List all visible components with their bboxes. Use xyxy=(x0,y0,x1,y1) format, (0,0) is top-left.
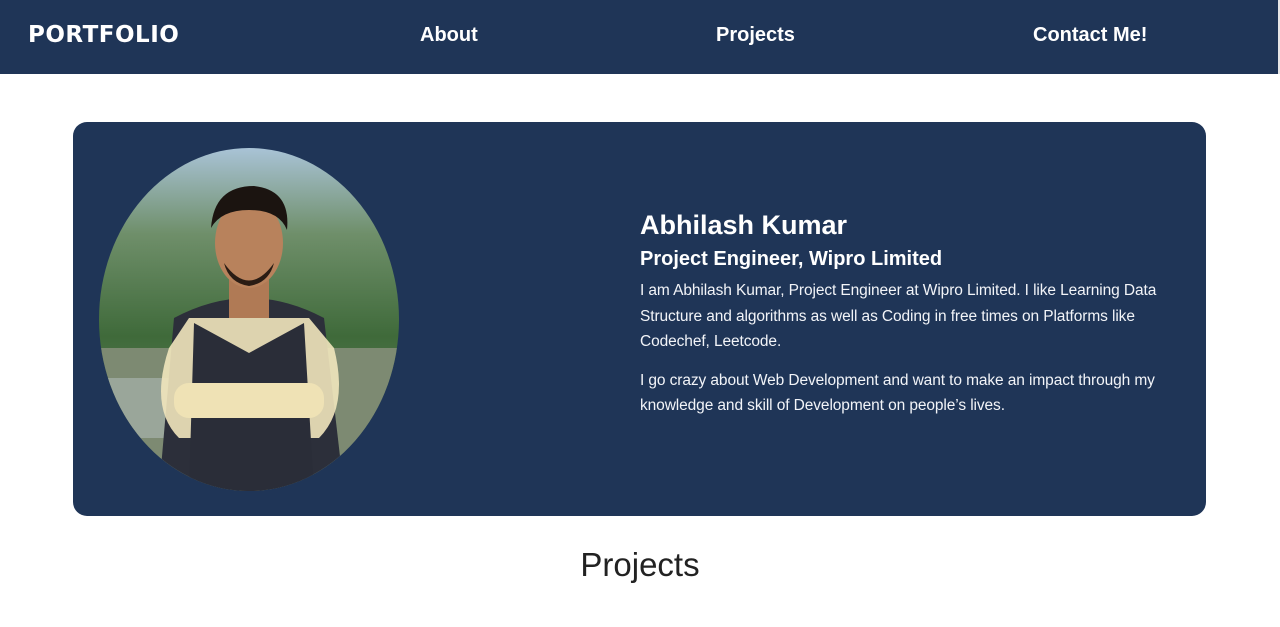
nav-link-projects[interactable]: Projects xyxy=(716,24,795,47)
nav-link-about[interactable]: About xyxy=(420,24,478,47)
profile-card: Abhilash Kumar Project Engineer, Wipro L… xyxy=(73,122,1206,516)
profile-bio-1: I am Abhilash Kumar, Project Engineer at… xyxy=(640,282,1157,350)
profile-info: Abhilash Kumar Project Engineer, Wipro L… xyxy=(640,208,1190,432)
projects-heading: Projects xyxy=(580,546,700,583)
brand-logo[interactable]: PORTFOLIO xyxy=(28,22,179,48)
nav-link-contact[interactable]: Contact Me! xyxy=(1033,24,1147,47)
profile-name: Abhilash Kumar xyxy=(640,210,848,240)
profile-bio-2: I go crazy about Web Development and wan… xyxy=(640,371,1155,415)
profile-role: Project Engineer, Wipro Limited xyxy=(640,248,943,270)
navbar: PORTFOLIO About Projects Contact Me! xyxy=(0,0,1280,74)
profile-photo xyxy=(99,148,399,491)
